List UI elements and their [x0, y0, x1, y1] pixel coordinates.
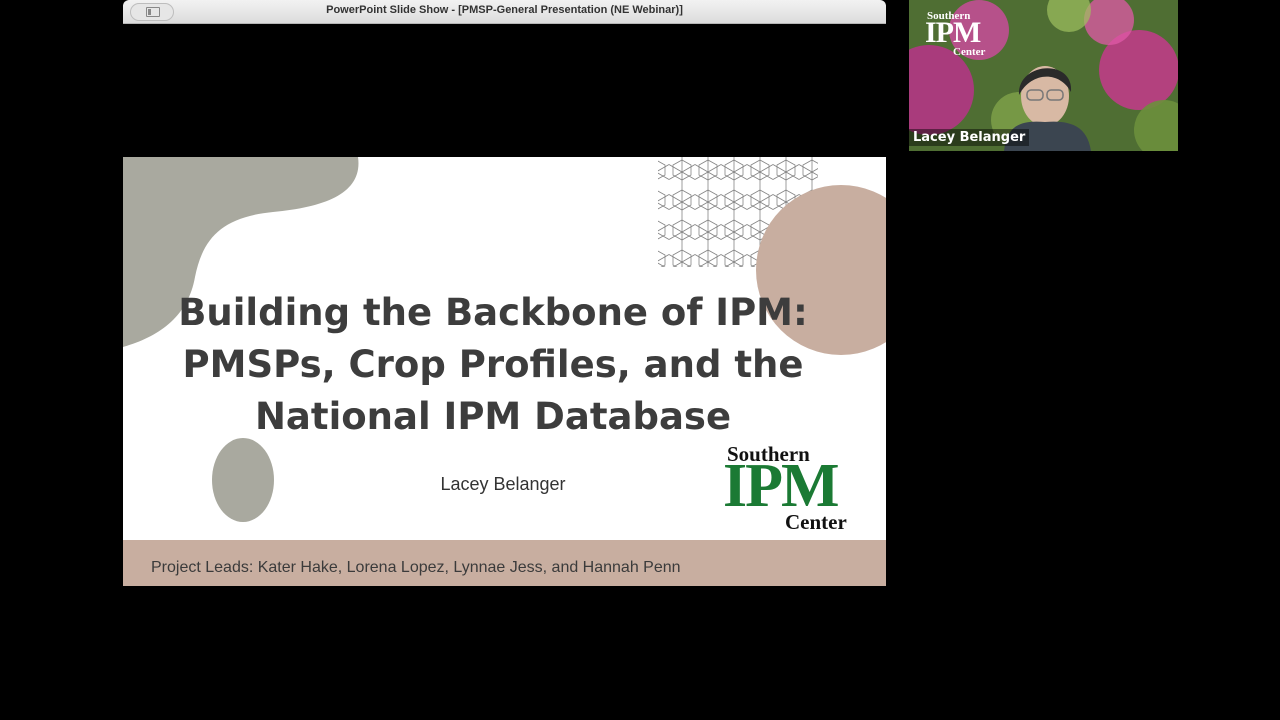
slide[interactable]: Building the Backbone of IPM: PMSPs, Cro… [123, 157, 886, 586]
project-leads-band: Project Leads: Kater Hake, Lorena Lopez,… [123, 540, 886, 586]
window-title: PowerPoint Slide Show - [PMSP-General Pr… [326, 4, 683, 16]
gray-oval-shape [212, 438, 274, 522]
southern-ipm-logo: Southern IPM Center [723, 442, 873, 537]
window-titlebar[interactable]: PowerPoint Slide Show - [PMSP-General Pr… [123, 0, 886, 24]
video-logo-text-middle: IPM [925, 16, 981, 49]
project-leads-text: Project Leads: Kater Hake, Lorena Lopez,… [151, 559, 681, 576]
video-logo-text-bottom: Center [953, 46, 986, 58]
logo-text-middle: IPM [723, 452, 840, 520]
slide-title: Building the Backbone of IPM: PMSPs, Cro… [143, 287, 843, 443]
slide-title-line: PMSPs, Crop Profiles, and the [182, 343, 804, 386]
logo-text-bottom: Center [785, 510, 847, 534]
video-background-logo: Southern IPM Center [921, 10, 991, 60]
participant-video-tile[interactable]: Southern IPM Center Lacey Belanger [909, 0, 1178, 151]
slideshow-window: PowerPoint Slide Show - [PMSP-General Pr… [123, 0, 886, 718]
slide-title-line: National IPM Database [254, 395, 732, 438]
presenter-name: Lacey Belanger [440, 474, 566, 494]
slide-title-line: Building the Backbone of IPM: [178, 291, 808, 334]
participant-name-label: Lacey Belanger [909, 129, 1030, 146]
